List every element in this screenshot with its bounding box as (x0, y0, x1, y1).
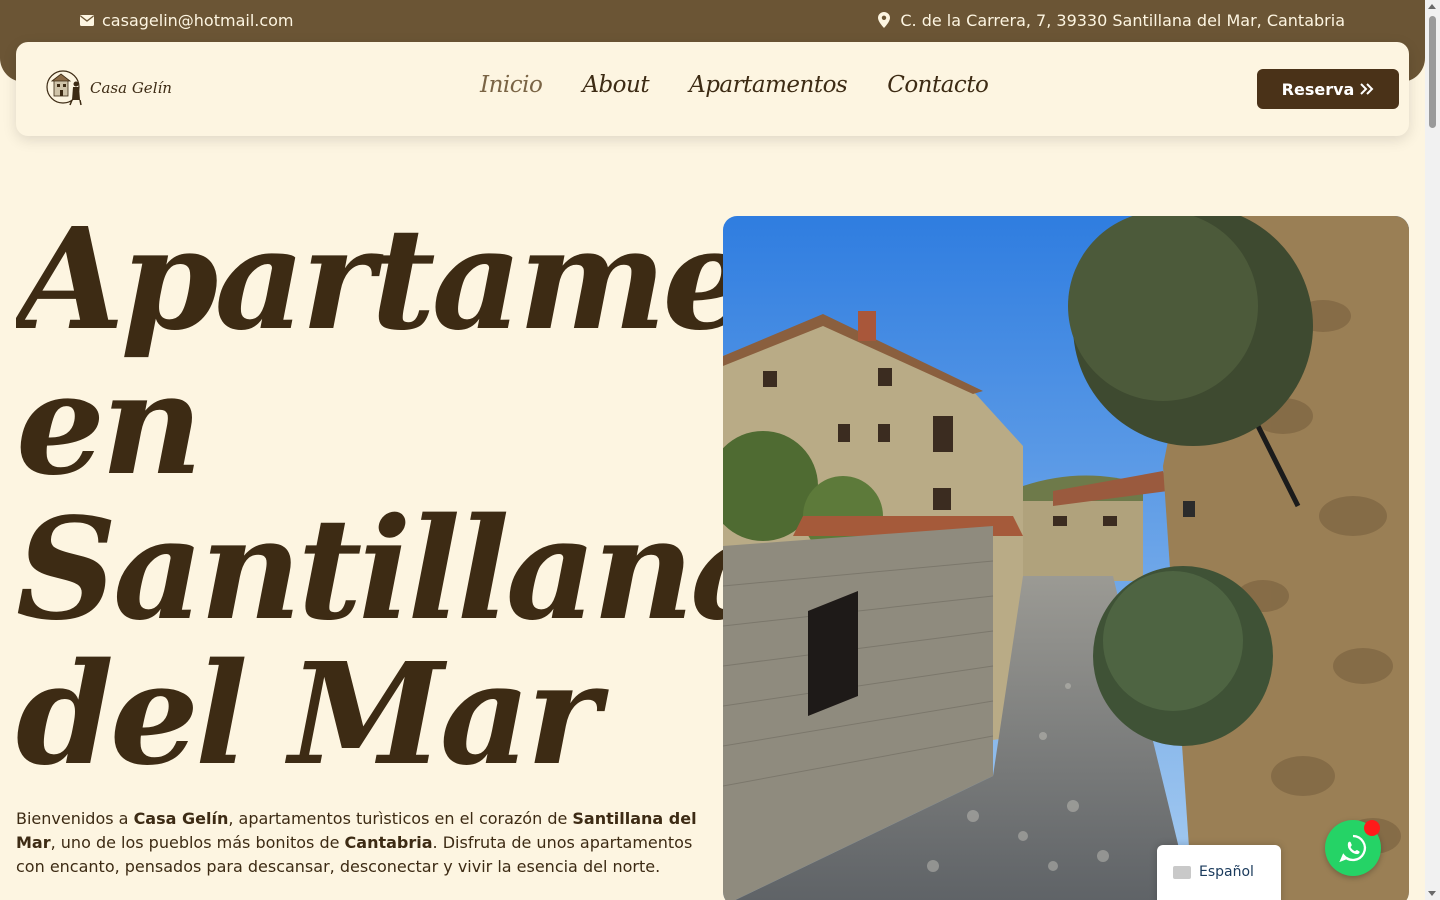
email-text[interactable]: casagelin@hotmail.com (102, 11, 294, 30)
intro-bold: Casa Gelín (133, 809, 229, 828)
intro-bold: Cantabria (344, 833, 433, 852)
envelope-icon (80, 14, 94, 26)
hero-photo (723, 216, 1409, 900)
logo-text[interactable]: Casa Gelín (90, 79, 172, 97)
intro-paragraph: Bienvenidos a Casa Gelín, apartamentos t… (16, 807, 716, 879)
hero-title: Apartamentos en Santillana del Mar (16, 208, 723, 798)
address-contact[interactable]: C. de la Carrera, 7, 39330 Santillana de… (878, 10, 1345, 30)
nav-item-contacto[interactable]: Contacto (887, 72, 989, 98)
main-navbar: Casa Gelín Inicio About Apartamentos Con… (16, 42, 1409, 136)
nav-item-apartamentos[interactable]: Apartamentos (689, 72, 848, 98)
address-text[interactable]: C. de la Carrera, 7, 39330 Santillana de… (900, 11, 1345, 30)
logo-emblem-icon (46, 70, 82, 106)
intro-text: , uno de los pueblos más bonitos de (50, 833, 345, 852)
hero-title-line: del Mar (16, 633, 600, 797)
scroll-thumb[interactable] (1429, 16, 1436, 128)
email-contact[interactable]: casagelin@hotmail.com (80, 10, 294, 30)
scroll-down-arrow-icon[interactable] (1428, 891, 1436, 896)
language-switcher[interactable]: Español (1157, 845, 1281, 900)
hero-title-line: en (16, 343, 203, 507)
scroll-up-arrow-icon[interactable] (1428, 4, 1436, 9)
language-label: Español (1199, 864, 1254, 880)
intro-text: Bienvenidos a (16, 809, 134, 828)
primary-nav: Inicio About Apartamentos Contacto (480, 72, 989, 98)
hero-title-line: Santillana (16, 488, 723, 652)
reserva-button[interactable]: Reserva (1257, 69, 1399, 109)
nav-item-about[interactable]: About (582, 72, 649, 98)
village-street-image (723, 216, 1409, 900)
reserva-button-label: Reserva (1281, 79, 1355, 99)
site-logo[interactable]: Casa Gelín (46, 70, 172, 106)
flag-icon (1173, 866, 1191, 879)
whatsapp-icon (1339, 834, 1366, 863)
notification-badge (1364, 820, 1380, 836)
hero-title-line: Apartamentos (16, 208, 723, 362)
intro-text: , apartamentos turìsticos en el corazón … (228, 809, 573, 828)
nav-item-inicio[interactable]: Inicio (480, 72, 543, 98)
page-scrollbar[interactable] (1425, 0, 1440, 900)
map-marker-icon (878, 12, 891, 28)
double-chevron-right-icon (1360, 83, 1374, 95)
